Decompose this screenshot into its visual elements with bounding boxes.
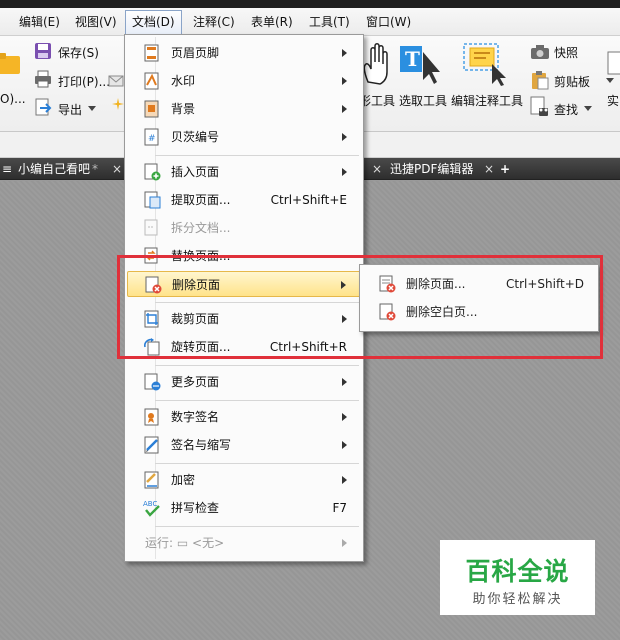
bates-number-icon: #: [144, 128, 159, 146]
chevron-right-icon: [342, 441, 347, 449]
sign-initials-icon: [144, 436, 159, 454]
menu-tools[interactable]: 工具(T): [309, 13, 350, 31]
menu-window[interactable]: 窗口(W): [366, 13, 411, 31]
extract-page-shortcut: Ctrl+Shift+E: [270, 193, 347, 207]
clipboard-button[interactable]: 剪贴板: [554, 73, 590, 90]
export-button[interactable]: 导出: [58, 101, 82, 118]
spell-check-icon: ABC: [143, 500, 160, 517]
tab-prev-close-icon[interactable]: ×: [372, 160, 382, 178]
export-icon[interactable]: [34, 98, 52, 116]
chevron-right-icon: [342, 413, 347, 421]
menu-item-more-pages[interactable]: 更多页面: [127, 369, 361, 395]
watermark-logo: 百科全说 助你轻松解决: [440, 540, 595, 615]
encrypt-icon: [144, 471, 159, 489]
sparkle-icon: [112, 98, 124, 110]
menu-item-watermark[interactable]: 水印: [127, 68, 361, 94]
find-button[interactable]: 查找: [554, 101, 578, 118]
chevron-down-icon[interactable]: [584, 106, 592, 112]
svg-text:#: #: [148, 134, 156, 144]
watermark-title: 百科全说: [465, 557, 570, 586]
extract-page-icon: [144, 191, 161, 209]
menu-item-split-document: 拆分文档...: [127, 215, 361, 241]
insert-page-icon: [144, 163, 161, 181]
highlight-annotation-box: [117, 255, 603, 359]
chevron-right-icon: [342, 133, 347, 141]
chevron-right-icon: [342, 476, 347, 484]
hand-tool-icon[interactable]: [360, 42, 392, 86]
select-text-tool-icon[interactable]: T: [399, 44, 443, 84]
clipboard-icon[interactable]: [530, 70, 550, 90]
svg-text:ABC: ABC: [143, 500, 157, 508]
menu-form[interactable]: 表单(R): [251, 13, 293, 31]
menu-item-header-footer[interactable]: 页眉页脚: [127, 40, 361, 66]
tab-document-1-close-icon[interactable]: ×: [112, 160, 122, 178]
chevron-down-icon[interactable]: [88, 106, 96, 112]
menu-comment[interactable]: 注释(C): [193, 13, 235, 31]
menu-item-insert-page[interactable]: 插入页面: [127, 159, 361, 185]
menu-item-bates-number[interactable]: # 贝茨编号: [127, 124, 361, 150]
tab-document-1[interactable]: 小编自己看吧 *: [18, 160, 98, 178]
chevron-right-icon: [342, 77, 347, 85]
more-pages-icon: [144, 373, 161, 391]
menu-separator: [155, 526, 359, 527]
split-document-icon: [144, 219, 158, 236]
open-folder-icon[interactable]: [0, 50, 22, 76]
chevron-right-icon: [342, 168, 347, 176]
digital-signature-icon: [144, 408, 159, 426]
menu-item-spell-check[interactable]: ABC 拼写检查 F7: [127, 495, 361, 521]
watermark-subtitle: 助你轻松解决: [472, 592, 563, 607]
new-tab-button[interactable]: +: [500, 160, 510, 178]
open-label: O)...: [0, 92, 26, 106]
select-tool-button[interactable]: 选取工具: [399, 92, 447, 109]
menu-edit[interactable]: 编辑(E): [19, 13, 60, 31]
menu-bar: 编辑(E) 视图(V) 文档(D) 注释(C) 表单(R) 工具(T) 窗口(W…: [0, 8, 620, 36]
tab-list-icon[interactable]: ≡: [2, 160, 12, 178]
find-icon[interactable]: [530, 96, 550, 118]
tab-document-1-title: 小编自己看吧: [18, 162, 91, 176]
menu-item-background[interactable]: 背景: [127, 96, 361, 122]
right-cut-label: 实: [607, 94, 620, 108]
edit-annotation-tool-button[interactable]: 编辑注释工具: [451, 92, 523, 109]
menu-document[interactable]: 文档(D): [125, 10, 182, 34]
menu-view[interactable]: 视图(V): [75, 13, 117, 31]
hand-tool-button[interactable]: 形工具: [359, 92, 395, 109]
chevron-right-icon: [342, 105, 347, 113]
menu-item-digital-signature[interactable]: 数字签名: [127, 404, 361, 430]
zoom-fit-icon[interactable]: [606, 50, 620, 82]
print-icon[interactable]: [34, 70, 52, 88]
save-icon[interactable]: [34, 42, 52, 60]
menu-item-extract-page[interactable]: 提取页面... Ctrl+Shift+E: [127, 187, 361, 213]
chevron-right-icon: [342, 539, 347, 547]
print-button[interactable]: 打印(P)...: [58, 73, 110, 90]
menu-separator: [155, 463, 359, 464]
svg-text:T: T: [405, 47, 420, 71]
snapshot-button[interactable]: 快照: [554, 44, 578, 61]
background-icon: [144, 100, 159, 118]
camera-icon[interactable]: [530, 44, 550, 60]
email-icon[interactable]: [108, 74, 124, 88]
menu-separator: [155, 155, 359, 156]
title-strip: [0, 0, 620, 8]
watermark-icon: [144, 72, 159, 90]
tab-document-2[interactable]: 迅捷PDF编辑器: [390, 160, 473, 178]
chevron-right-icon: [342, 49, 347, 57]
spell-check-shortcut: F7: [332, 501, 347, 515]
tab-document-2-close-icon[interactable]: ×: [484, 160, 494, 178]
header-footer-icon: [144, 44, 159, 62]
menu-item-encrypt[interactable]: 加密: [127, 467, 361, 493]
menu-separator: [155, 365, 359, 366]
menu-separator: [155, 400, 359, 401]
menu-item-sign-initials[interactable]: 签名与缩写: [127, 432, 361, 458]
tab-modified-indicator: *: [92, 162, 99, 176]
save-button[interactable]: 保存(S): [58, 44, 99, 61]
menu-item-run: 运行: ▭ <无>: [127, 530, 361, 556]
chevron-right-icon: [342, 378, 347, 386]
edit-annotation-tool-icon[interactable]: [462, 42, 510, 86]
